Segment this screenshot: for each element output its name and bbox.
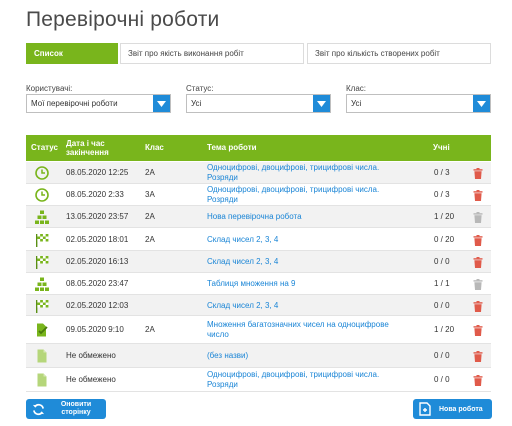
class-select-value: Усі bbox=[351, 99, 362, 108]
document-icon bbox=[35, 373, 49, 387]
table-row: Не обмежено (без назви) 0 / 0 bbox=[26, 344, 491, 368]
row-students: 1 / 20 bbox=[434, 212, 455, 221]
tab-list[interactable]: Список bbox=[26, 43, 118, 64]
row-class: 2А bbox=[145, 212, 155, 221]
row-datetime: 02.05.2020 18:01 bbox=[66, 235, 129, 244]
trash-icon bbox=[473, 279, 483, 290]
row-class: 2А bbox=[145, 168, 155, 177]
trash-icon[interactable] bbox=[473, 301, 483, 312]
hierarchy-icon bbox=[35, 277, 49, 291]
tab-quality-report[interactable]: Звіт про якість виконання робіт bbox=[120, 43, 304, 64]
users-filter-label: Користувачі: bbox=[26, 84, 73, 93]
row-students: 0 / 0 bbox=[434, 257, 450, 266]
row-datetime: 13.05.2020 23:57 bbox=[66, 212, 129, 221]
header-status: Статус bbox=[31, 143, 58, 152]
refresh-icon bbox=[32, 403, 45, 416]
document-icon bbox=[35, 349, 49, 363]
row-datetime: Не обмежено bbox=[66, 375, 116, 384]
chevron-down-icon[interactable] bbox=[313, 95, 330, 112]
table-row: Не обмежено Одноцифрові, двоцифрові, триц… bbox=[26, 368, 491, 392]
row-topic-link[interactable]: Одноцифрові, двоцифрові, трицифрові числ… bbox=[207, 163, 407, 183]
row-topic-link[interactable]: Таблиця множення на 9 bbox=[207, 279, 417, 289]
new-document-icon bbox=[419, 402, 431, 416]
row-students: 0 / 0 bbox=[434, 351, 450, 360]
finish-flag-icon bbox=[35, 299, 49, 313]
class-filter-label: Клас: bbox=[346, 84, 366, 93]
table-row: 13.05.2020 23:57 2А Нова перевірочна робот… bbox=[26, 206, 491, 228]
table-header: Статус Дата і час закінчення Клас Тема р… bbox=[26, 135, 491, 161]
users-select-value: Мої перевірочні роботи bbox=[31, 99, 118, 108]
row-students: 1 / 20 bbox=[434, 325, 455, 334]
row-class: 2А bbox=[145, 325, 155, 334]
header-students: Учні bbox=[433, 143, 450, 152]
row-class: 2А bbox=[145, 235, 155, 244]
clock-icon bbox=[35, 166, 49, 180]
trash-icon[interactable] bbox=[473, 257, 483, 268]
refresh-button[interactable]: Оновити сторінку bbox=[26, 399, 106, 419]
row-datetime: 02.05.2020 16:13 bbox=[66, 257, 129, 266]
row-topic-link[interactable]: Склад чисел 2, 3, 4 bbox=[207, 235, 417, 245]
row-datetime: 09.05.2020 9:10 bbox=[66, 325, 124, 334]
row-topic-link[interactable]: Одноцифрові, двоцифрові, трицифрові числ… bbox=[207, 185, 407, 205]
table-row: 09.05.2020 9:10 2А Множення багатозначних … bbox=[26, 316, 491, 344]
refresh-button-label: Оновити сторінку bbox=[60, 401, 92, 416]
row-datetime: 08.05.2020 12:25 bbox=[66, 168, 129, 177]
chevron-down-icon[interactable] bbox=[473, 95, 490, 112]
trash-icon[interactable] bbox=[473, 375, 483, 386]
row-datetime: 08.05.2020 2:33 bbox=[66, 190, 124, 199]
finish-flag-icon bbox=[35, 233, 49, 247]
hierarchy-icon bbox=[35, 210, 49, 224]
table-row: 08.05.2020 23:47 Таблиця множення на 9 1 /… bbox=[26, 273, 491, 295]
status-select-value: Усі bbox=[191, 99, 202, 108]
status-filter-label: Статус: bbox=[186, 84, 214, 93]
header-datetime: Дата і час закінчення bbox=[66, 139, 109, 157]
table-row: 08.05.2020 2:33 3А Одноцифрові, двоцифрові… bbox=[26, 184, 491, 206]
new-work-button-label: Нова робота bbox=[439, 405, 483, 413]
header-class: Клас bbox=[145, 143, 164, 152]
new-work-button[interactable]: Нова робота bbox=[413, 399, 492, 419]
row-students: 1 / 1 bbox=[434, 279, 450, 288]
row-students: 0 / 3 bbox=[434, 190, 450, 199]
trash-icon[interactable] bbox=[473, 235, 483, 246]
page-title: Перевірочні роботи bbox=[26, 8, 220, 31]
table-row: 02.05.2020 16:13 Склад чисел 2, 3, 4 0 / 0 bbox=[26, 251, 491, 273]
row-topic-link[interactable]: (без назви) bbox=[207, 351, 417, 361]
finish-flag-icon bbox=[35, 255, 49, 269]
class-select[interactable]: Усі bbox=[346, 94, 491, 113]
chevron-down-icon[interactable] bbox=[153, 95, 170, 112]
tab-count-report[interactable]: Звіт про кількість створених робіт bbox=[307, 43, 491, 64]
row-students: 0 / 0 bbox=[434, 301, 450, 310]
users-select[interactable]: Мої перевірочні роботи bbox=[26, 94, 171, 113]
document-check-icon bbox=[35, 323, 49, 337]
row-students: 0 / 20 bbox=[434, 235, 455, 244]
trash-icon[interactable] bbox=[473, 190, 483, 201]
row-class: 3А bbox=[145, 190, 155, 199]
row-topic-link[interactable]: Множення багатозначних чисел на одноцифр… bbox=[207, 320, 407, 340]
trash-icon[interactable] bbox=[473, 351, 483, 362]
row-topic-link[interactable]: Склад чисел 2, 3, 4 bbox=[207, 301, 417, 311]
status-select[interactable]: Усі bbox=[186, 94, 331, 113]
row-topic-link[interactable]: Одноцифрові, двоцифрові, трицифрові числ… bbox=[207, 370, 407, 390]
trash-icon[interactable] bbox=[473, 168, 483, 179]
table-row: 08.05.2020 12:25 2А Одноцифрові, двоцифров… bbox=[26, 162, 491, 184]
row-datetime: Не обмежено bbox=[66, 351, 116, 360]
row-students: 0 / 0 bbox=[434, 375, 450, 384]
row-datetime: 08.05.2020 23:47 bbox=[66, 279, 129, 288]
trash-icon[interactable] bbox=[473, 325, 483, 336]
tabs-bar: Список Звіт про якість виконання робіт З… bbox=[26, 43, 491, 64]
row-students: 0 / 3 bbox=[434, 168, 450, 177]
row-topic-link[interactable]: Склад чисел 2, 3, 4 bbox=[207, 257, 417, 267]
table-row: 02.05.2020 18:01 2А Склад чисел 2, 3, 4 0 /… bbox=[26, 228, 491, 251]
clock-icon bbox=[35, 188, 49, 202]
table-row: 02.05.2020 12:03 Склад чисел 2, 3, 4 0 / 0 bbox=[26, 295, 491, 316]
row-topic-link[interactable]: Нова перевірочна робота bbox=[207, 212, 417, 222]
trash-icon bbox=[473, 212, 483, 223]
header-topic: Тема роботи bbox=[207, 143, 257, 152]
row-datetime: 02.05.2020 12:03 bbox=[66, 301, 129, 310]
